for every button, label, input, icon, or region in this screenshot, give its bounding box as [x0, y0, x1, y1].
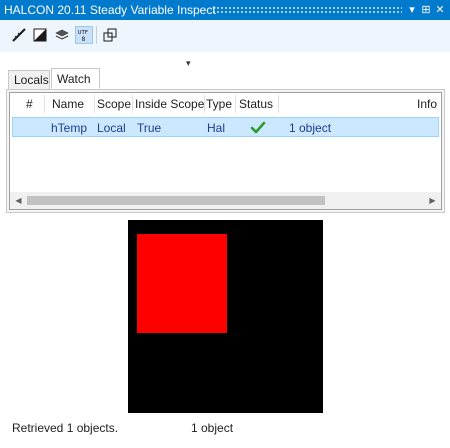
col-header-scope[interactable]: Scope	[97, 97, 131, 111]
column-divider[interactable]	[132, 95, 133, 113]
column-divider[interactable]	[44, 95, 45, 113]
measure-tool-button[interactable]	[10, 26, 28, 44]
cell-inside-scope: True	[137, 121, 162, 135]
region-object	[137, 234, 227, 333]
col-header-name[interactable]: Name	[52, 97, 84, 111]
utf8-tool-button[interactable]: UTF 8	[75, 26, 93, 44]
grid-header: # Name Scope Inside Scope Type Status In…	[10, 93, 441, 115]
contrast-tool-button[interactable]	[31, 26, 49, 44]
toolbar-overflow-icon[interactable]: ▾	[186, 58, 191, 69]
col-header-status[interactable]: Status	[239, 97, 273, 111]
cell-name: hTemp	[51, 121, 88, 135]
cell-scope: Local	[97, 121, 126, 135]
tab-watch[interactable]: Watch	[51, 68, 100, 89]
measure-icon	[12, 28, 26, 42]
channels-icon	[103, 28, 117, 42]
scrollbar-thumb[interactable]	[27, 196, 325, 205]
image-preview[interactable]	[128, 220, 323, 413]
checkmark-icon	[250, 121, 266, 134]
close-icon[interactable]: ✕	[432, 2, 448, 18]
title-bar: HALCON 20.11 Steady Variable Inspect ▾ ⊞…	[0, 0, 450, 20]
contrast-icon	[33, 28, 47, 42]
column-divider[interactable]	[94, 95, 95, 113]
layers-icon	[55, 29, 69, 40]
toolbar-separator	[96, 26, 97, 44]
cell-info: 1 object	[289, 121, 332, 135]
toolbar: UTF 8 ▾	[0, 20, 450, 68]
cell-type: Hal	[207, 121, 226, 135]
variable-grid: # Name Scope Inside Scope Type Status In…	[9, 92, 442, 210]
window-title: HALCON 20.11 Steady Variable Inspect	[4, 3, 216, 17]
horizontal-scrollbar[interactable]: ◀ ▶	[10, 192, 441, 209]
status-message: Retrieved 1 objects.	[12, 421, 119, 435]
title-grip[interactable]	[212, 6, 402, 13]
watch-panel: # Name Scope Inside Scope Type Status In…	[6, 89, 445, 213]
column-divider[interactable]	[204, 95, 205, 113]
col-header-number[interactable]: #	[26, 97, 33, 111]
scroll-right-icon[interactable]: ▶	[424, 192, 441, 209]
utf8-icon: UTF 8	[78, 30, 89, 42]
col-header-info[interactable]: Info	[417, 97, 437, 111]
col-header-type[interactable]: Type	[206, 97, 232, 111]
column-divider[interactable]	[278, 95, 279, 113]
col-header-inside-scope[interactable]: Inside Scope	[135, 97, 204, 111]
channels-tool-button[interactable]	[101, 26, 119, 44]
scroll-left-icon[interactable]: ◀	[10, 192, 27, 209]
status-object-count: 1 object	[191, 421, 234, 435]
svg-text:8: 8	[82, 36, 86, 42]
layers-tool-button[interactable]	[53, 26, 71, 44]
column-divider[interactable]	[235, 95, 236, 113]
tab-locals[interactable]: Locals	[8, 70, 50, 89]
table-row[interactable]: hTemp Local True Hal 1 object	[12, 117, 439, 137]
